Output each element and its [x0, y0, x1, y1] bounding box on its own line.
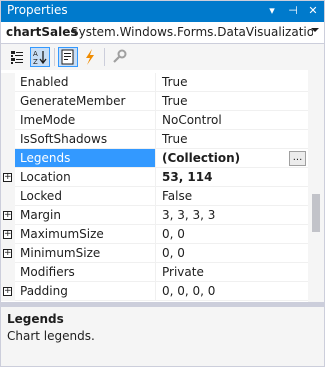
svg-text:Z: Z [33, 58, 38, 66]
property-value[interactable]: 0, 0, 0, 0 [156, 282, 308, 301]
property-name[interactable]: Enabled [15, 73, 156, 92]
property-value[interactable]: 3, 3, 3, 3 [156, 206, 308, 225]
property-name[interactable]: MaximumSize [15, 225, 156, 244]
object-name: chartSales [6, 25, 78, 39]
expand-icon[interactable]: + [3, 249, 12, 258]
property-value[interactable]: Private [156, 263, 308, 282]
chevron-down-icon[interactable] [311, 28, 319, 32]
row-margin [1, 73, 15, 92]
property-value[interactable]: 53, 114 [156, 168, 308, 187]
events-button[interactable] [80, 47, 100, 67]
property-name[interactable]: Locked [15, 187, 156, 206]
row-margin [1, 149, 15, 168]
scrollbar-thumb[interactable] [312, 194, 320, 232]
property-name[interactable]: Legends [15, 149, 156, 168]
property-value[interactable]: 0, 0 [156, 225, 308, 244]
alphabetical-button[interactable]: A Z [30, 47, 50, 67]
row-margin [1, 92, 15, 111]
title-bar[interactable]: Properties ▾ ⊣ ✕ [0, 0, 325, 22]
property-name[interactable]: GenerateMember [15, 92, 156, 111]
property-value[interactable]: True [156, 92, 308, 111]
property-grid: Enabled True GenerateMember True ImeMode… [1, 70, 308, 302]
property-pages-icon [113, 49, 127, 63]
property-row-maximumsize[interactable]: + MaximumSize 0, 0 [1, 225, 308, 244]
property-row-legends[interactable]: Legends (Collection) ... [1, 149, 308, 168]
properties-toolbar: A Z [1, 44, 324, 70]
property-row-imemode[interactable]: ImeMode NoControl [1, 111, 308, 130]
pin-icon[interactable]: ⊣ [285, 2, 301, 19]
description-pane: Legends Chart legends. [1, 307, 324, 366]
property-row-modifiers[interactable]: Modifiers Private [1, 263, 308, 282]
property-name[interactable]: ImeMode [15, 111, 156, 130]
row-margin [1, 263, 15, 282]
alphabetical-icon: A Z [33, 50, 47, 66]
property-pages-button[interactable] [109, 47, 129, 67]
properties-window: Properties ▾ ⊣ ✕ chartSales System.Windo… [0, 0, 325, 367]
property-value[interactable]: False [156, 187, 308, 206]
property-row-location[interactable]: + Location 53, 114 [1, 168, 308, 187]
property-name[interactable]: Location [15, 168, 156, 187]
properties-icon [61, 49, 74, 65]
property-row-padding[interactable]: + Padding 0, 0, 0, 0 [1, 282, 308, 301]
property-row-enabled[interactable]: Enabled True [1, 73, 308, 92]
property-row-issoftshadows[interactable]: IsSoftShadows True [1, 130, 308, 149]
row-margin [1, 187, 15, 206]
object-type: System.Windows.Forms.DataVisualization.C… [71, 25, 313, 39]
vertical-scrollbar[interactable] [308, 70, 324, 302]
expand-icon[interactable]: + [3, 287, 12, 296]
property-row-locked[interactable]: Locked False [1, 187, 308, 206]
property-value[interactable]: NoControl [156, 111, 308, 130]
property-value[interactable]: True [156, 130, 308, 149]
window-position-dropdown-icon[interactable]: ▾ [264, 2, 280, 19]
window-title: Properties [7, 3, 68, 17]
expand-icon[interactable]: + [3, 173, 12, 182]
property-name[interactable]: Margin [15, 206, 156, 225]
property-value[interactable]: (Collection) [156, 149, 308, 168]
description-title: Legends [7, 312, 64, 326]
description-text: Chart legends. [7, 329, 95, 343]
property-row-generatemember[interactable]: GenerateMember True [1, 92, 308, 111]
property-name[interactable]: IsSoftShadows [15, 130, 156, 149]
categorized-button[interactable] [7, 47, 27, 67]
ellipsis-button[interactable]: ... [289, 151, 306, 166]
expand-icon[interactable]: + [3, 230, 12, 239]
svg-text:A: A [33, 50, 38, 58]
property-name[interactable]: Padding [15, 282, 156, 301]
categorized-icon [11, 51, 23, 64]
properties-button[interactable] [58, 47, 78, 67]
toolbar-separator [104, 48, 105, 66]
toolbar-separator [54, 48, 55, 66]
property-name[interactable]: MinimumSize [15, 244, 156, 263]
row-margin [1, 111, 15, 130]
property-value[interactable]: True [156, 73, 308, 92]
close-icon[interactable]: ✕ [305, 2, 321, 19]
property-row-minimumsize[interactable]: + MinimumSize 0, 0 [1, 244, 308, 263]
expand-icon[interactable]: + [3, 211, 12, 220]
property-value[interactable]: 0, 0 [156, 244, 308, 263]
property-name[interactable]: Modifiers [15, 263, 156, 282]
row-margin [1, 130, 15, 149]
property-row-margin[interactable]: + Margin 3, 3, 3, 3 [1, 206, 308, 225]
events-icon [86, 49, 94, 65]
object-selector[interactable]: chartSales System.Windows.Forms.DataVisu… [1, 22, 324, 44]
